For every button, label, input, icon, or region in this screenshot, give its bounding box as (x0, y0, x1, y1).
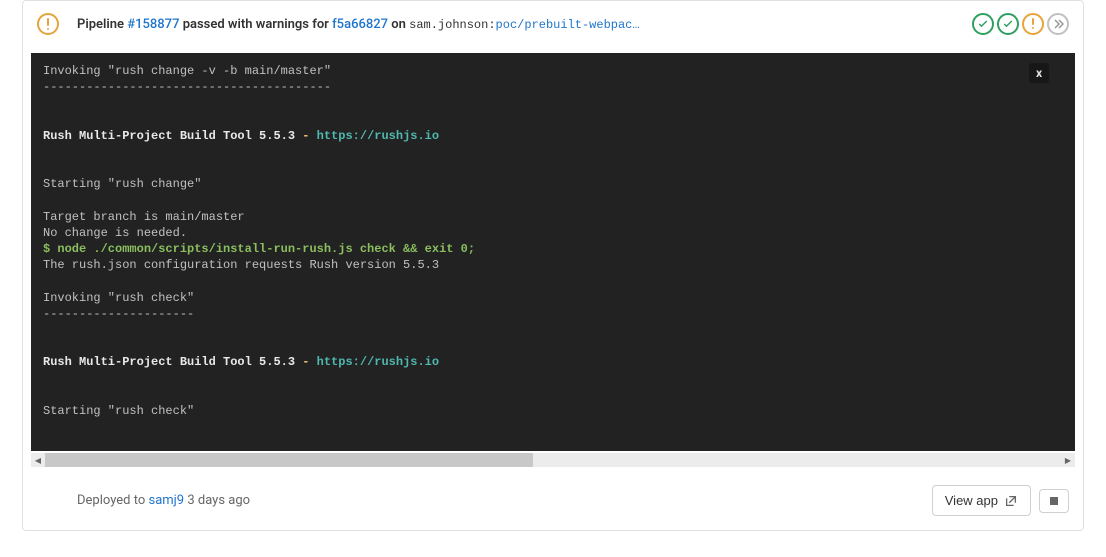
log-line: - (295, 355, 317, 369)
log-line: Target branch is main/master (43, 210, 245, 224)
scroll-right-arrow-icon[interactable]: ▶ (1061, 453, 1075, 467)
pipeline-summary: Pipeline #158877 passed with warnings fo… (77, 17, 972, 32)
ref-sep: : (488, 18, 495, 32)
scrollbar-track[interactable] (45, 453, 1061, 467)
stop-button[interactable] (1039, 489, 1069, 513)
pipeline-label: Pipeline (77, 17, 124, 32)
terminal-wrapper: Invoking "rush change -v -b main/master"… (31, 53, 1075, 451)
close-icon: x (1036, 66, 1042, 80)
stage-more-icon[interactable] (1047, 13, 1069, 35)
pipeline-widget: Pipeline #158877 passed with warnings fo… (22, 0, 1084, 531)
log-line: Starting "rush change" (43, 177, 201, 191)
deployment-text: Deployed to samj9 3 days ago (77, 493, 932, 508)
stage-status-icons (972, 13, 1069, 35)
log-line: ---------------------------------------- (43, 80, 331, 94)
log-line: Starting "rush check" (43, 404, 194, 418)
stage-warning-icon[interactable] (1022, 13, 1044, 35)
pipeline-header: Pipeline #158877 passed with warnings fo… (23, 1, 1083, 53)
log-line: The rush.json configuration requests Rus… (43, 258, 439, 272)
view-app-button[interactable]: View app (932, 485, 1031, 516)
log-line: Rush Multi-Project Build Tool 5.5.3 (43, 355, 295, 369)
deployed-label: Deployed to (77, 493, 145, 508)
job-log-terminal[interactable]: Invoking "rush change -v -b main/master"… (31, 53, 1075, 451)
deployment-actions: View app (932, 485, 1069, 516)
deployment-footer: Deployed to samj9 3 days ago View app (23, 467, 1083, 530)
close-log-button[interactable]: x (1029, 63, 1049, 83)
time-ago: 3 days ago (187, 493, 250, 508)
warning-icon (37, 13, 59, 35)
horizontal-scrollbar[interactable]: ◀ ▶ (31, 453, 1075, 467)
log-line: Rush Multi-Project Build Tool 5.5.3 (43, 129, 295, 143)
on-text: on (391, 17, 406, 32)
log-line: --------------------- (43, 307, 194, 321)
branch-link[interactable]: poc/prebuilt-webpac… (496, 18, 640, 32)
log-line: - (295, 129, 317, 143)
ref-user: sam.johnson (409, 18, 488, 32)
stage-passed-icon[interactable] (997, 13, 1019, 35)
scroll-left-arrow-icon[interactable]: ◀ (31, 453, 45, 467)
log-line: $ node ./common/scripts/install-run-rush… (43, 242, 475, 256)
log-line: No change is needed. (43, 226, 187, 240)
log-line: https://rushjs.io (317, 129, 439, 143)
commit-sha-link[interactable]: f5a66827 (332, 17, 388, 32)
log-line: https://rushjs.io (317, 355, 439, 369)
view-app-label: View app (945, 493, 998, 508)
external-link-icon (1004, 494, 1018, 508)
stage-passed-icon[interactable] (972, 13, 994, 35)
env-link[interactable]: samj9 (149, 493, 185, 508)
stop-icon (1050, 497, 1058, 505)
log-line: Invoking "rush change -v -b main/master" (43, 64, 331, 78)
scrollbar-thumb[interactable] (45, 453, 533, 467)
log-line: Invoking "rush check" (43, 291, 194, 305)
pipeline-id-link[interactable]: #158877 (127, 17, 179, 32)
pipeline-status-text: passed with warnings for (183, 17, 329, 32)
